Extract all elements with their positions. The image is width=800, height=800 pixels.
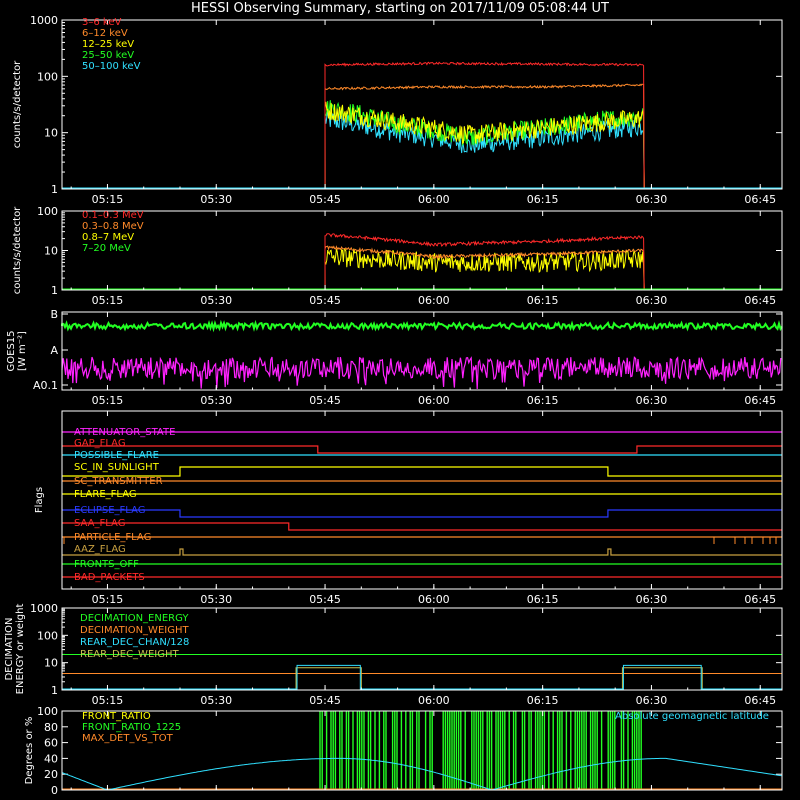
x-tick-label: 06:00: [418, 593, 450, 606]
figure-canvas: 110100100005:15 05:30 05:45 06:00 06:15 06:30…: [4, 14, 783, 797]
x-tick-label: 06:45: [744, 193, 776, 206]
y-tick-label: 80: [44, 721, 58, 734]
panel-goes-frame: [61, 311, 783, 391]
x-tick-label: 06:30: [636, 694, 668, 707]
x-tick-label: 06:45: [744, 593, 776, 606]
flag-label-aaz-flag: AAZ_FLAG: [74, 544, 126, 555]
goes-ylabel: GOES15: [6, 330, 17, 371]
y-tick-label: 0: [51, 784, 58, 797]
legend-entry: FRONT_RATIO_1225: [82, 722, 181, 733]
legend-entry: DECIMATION_ENERGY: [80, 613, 189, 624]
x-tick-label: 06:30: [636, 294, 668, 307]
y-tick-label: 10: [44, 657, 58, 670]
goes-long-series: [61, 319, 783, 333]
goes-unit-label: [W m⁻²]: [17, 331, 28, 371]
y-tick-label: 40: [44, 752, 58, 765]
y-tick-label: 100: [37, 629, 58, 642]
legend-entry: 0.8–7 MeV: [82, 232, 134, 243]
decimation-ylabel2: ENERGY or weight: [15, 604, 26, 695]
x-tick-label: 06:30: [636, 593, 668, 606]
legend-entry: 3–6 keV: [82, 17, 121, 28]
legend-entry: 12–25 keV: [82, 39, 134, 50]
x-tick-label: 06:00: [418, 394, 450, 407]
x-tick-label: 05:15: [92, 593, 124, 606]
flag-trace-gap-flag: [62, 445, 782, 454]
y-tick-label: A: [50, 344, 58, 357]
flag-trace-eclipse-flag: [62, 509, 782, 518]
rear-dec-chan-series: [62, 664, 782, 690]
x-tick-label: 05:45: [309, 593, 341, 606]
x-tick-label: 06:45: [744, 294, 776, 307]
y-tick-label: 100: [37, 705, 58, 718]
legend-entry: 6–12 keV: [82, 28, 128, 39]
x-tick-label: 05:30: [200, 593, 232, 606]
flag-label-sc-in-sunlight: SC_IN_SUNLIGHT: [74, 462, 160, 473]
x-tick-label: 06:30: [636, 394, 668, 407]
flag-label-gap-flag: GAP_FLAG: [74, 438, 126, 449]
x-tick-label: 05:15: [92, 294, 124, 307]
geomagnetic-latitude-series: [61, 757, 783, 791]
legend-entry: FRONT_RATIO: [82, 711, 151, 722]
legend-entry: MAX_DET_VS_TOT: [82, 733, 174, 744]
rear-dec-weight-series: [62, 667, 782, 690]
x-tick-label: 06:15: [527, 294, 559, 307]
hessi-summary-figure: HESSI Observing Summary, starting on 201…: [0, 0, 800, 800]
x-tick-label: 06:00: [418, 193, 450, 206]
x-tick-label: 06:15: [527, 593, 559, 606]
panel-high-energy-ylabel: counts/s/detector: [12, 206, 23, 294]
x-tick-label: 06:15: [527, 394, 559, 407]
x-tick-label: 05:15: [92, 193, 124, 206]
y-tick-label: 60: [44, 737, 58, 750]
x-tick-label: 05:45: [309, 394, 341, 407]
x-tick-label: 05:30: [200, 394, 232, 407]
y-tick-label: 100: [37, 205, 58, 218]
x-tick-label: 06:00: [418, 294, 450, 307]
legend-entry: 25–50 keV: [82, 50, 134, 61]
y-tick-label: 100: [37, 70, 58, 83]
decimation-ylabel: DECIMATION: [4, 617, 15, 680]
x-tick-label: 05:45: [309, 294, 341, 307]
x-tick-label: 06:30: [636, 193, 668, 206]
y-tick-label: 20: [44, 768, 58, 781]
x-tick-label: 05:30: [200, 694, 232, 707]
x-tick-label: 06:00: [418, 694, 450, 707]
y-tick-label: 1: [51, 284, 58, 297]
y-tick-label: 1: [51, 684, 58, 697]
y-tick-label: A0.1: [33, 379, 58, 392]
y-tick-label: B: [50, 308, 58, 321]
y-tick-label: 1: [51, 183, 58, 196]
legend-entry: 50–100 keV: [82, 61, 141, 72]
x-tick-label: 05:15: [92, 394, 124, 407]
y-tick-label: 1000: [30, 602, 58, 615]
legend-entry: REAR_DEC_WEIGHT: [80, 649, 179, 660]
x-tick-label: 05:45: [309, 193, 341, 206]
x-tick-label: 05:30: [200, 193, 232, 206]
x-tick-label: 06:15: [527, 193, 559, 206]
panel-lightcurves-ylabel: counts/s/detector: [12, 60, 23, 148]
geomagnetic-latitude-annotation: Absolute geomagnetic latitude: [615, 711, 769, 722]
ratios-ylabel: Degrees or %: [24, 717, 35, 785]
x-tick-label: 05:15: [92, 694, 124, 707]
y-tick-label: 10: [44, 127, 58, 140]
x-tick-label: 06:45: [744, 394, 776, 407]
series-line-6-12-keV: [324, 83, 645, 190]
legend-entry: DECIMATION_WEIGHT: [80, 625, 189, 636]
x-tick-label: 05:30: [200, 294, 232, 307]
legend-entry: 7–20 MeV: [82, 243, 131, 254]
flag-trace-sc-in-sunlight: [62, 466, 782, 477]
panel-high-energy-frame: [61, 210, 783, 291]
flags-ylabel: Flags: [34, 487, 45, 513]
x-tick-label: 05:45: [309, 694, 341, 707]
x-tick-label: 06:45: [744, 694, 776, 707]
x-tick-label: 06:15: [527, 694, 559, 707]
legend-entry: 0.3–0.8 MeV: [82, 221, 144, 232]
flag-trace-aaz-flag: [62, 548, 782, 556]
legend-entry: 0.1–0.3 MeV: [82, 210, 144, 221]
y-tick-label: 1000: [30, 14, 58, 27]
flag-trace-saa-flag: [62, 522, 782, 531]
y-tick-label: 10: [44, 245, 58, 258]
goes-short-series: [61, 356, 782, 390]
legend-entry: REAR_DEC_CHAN/128: [80, 637, 189, 648]
panel-lightcurves-frame: [61, 19, 783, 190]
